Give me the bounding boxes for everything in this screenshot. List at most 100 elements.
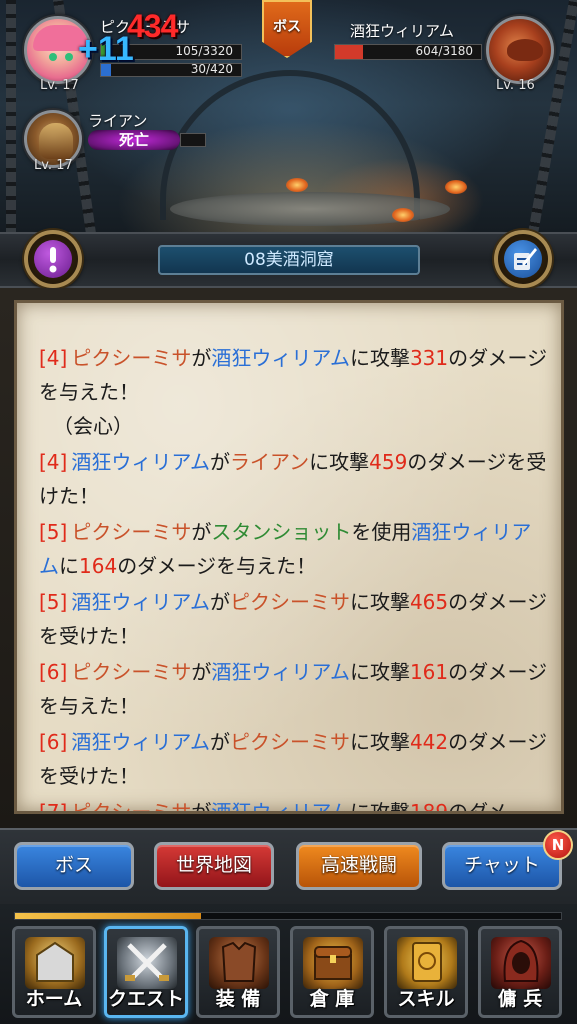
location-name: 08美酒洞窟 bbox=[158, 245, 420, 275]
nav-home[interactable]: ホーム bbox=[12, 926, 96, 1018]
log-text: が bbox=[191, 346, 212, 370]
log-turn: [6] bbox=[39, 730, 68, 754]
bottom-nav: ホーム クエスト 装 備 倉 庫 スキル 傭 兵 bbox=[0, 904, 577, 1024]
boss-button[interactable]: ボス bbox=[14, 842, 134, 890]
log-text: に bbox=[59, 554, 79, 578]
chain-decoration bbox=[6, 0, 16, 232]
log-actor: 酒狂ウィリアム bbox=[71, 590, 210, 614]
nav-quest[interactable]: クエスト bbox=[104, 926, 188, 1018]
nav-skill-label: スキル bbox=[397, 988, 455, 1010]
enemy-hp-bar: 604/3180 bbox=[334, 44, 482, 60]
enemy-hp-text: 604/3180 bbox=[415, 44, 474, 58]
log-turn: [4] bbox=[39, 346, 68, 370]
enemy-face bbox=[507, 39, 543, 61]
armor-icon bbox=[209, 937, 269, 989]
log-damage: 164 bbox=[79, 554, 118, 578]
crossed-swords-icon bbox=[117, 937, 177, 989]
nav-equipment-label: 装 備 bbox=[215, 988, 261, 1010]
log-text: が bbox=[209, 450, 230, 474]
log-text: のダメージを与えた！ bbox=[117, 554, 317, 578]
log-extra: （会心） bbox=[53, 414, 133, 438]
log-text: に攻撃 bbox=[349, 800, 410, 814]
log-actor: ピクシーミサ bbox=[71, 346, 192, 370]
log-actor: 酒狂ウィリアム bbox=[71, 730, 210, 754]
battle-log-panel[interactable]: [4] ピクシーミサが酒狂ウィリアムに攻撃331のダメージを与えた！ （会心） [4]… bbox=[14, 300, 564, 814]
log-damage: 331 bbox=[409, 346, 449, 370]
ally-dead-status: 死亡 bbox=[88, 130, 180, 150]
ally-helmet bbox=[39, 123, 73, 159]
log-text: が bbox=[209, 730, 230, 754]
battle-log: [4] ピクシーミサが酒狂ウィリアムに攻撃331のダメージを与えた！ （会心） [4]… bbox=[39, 341, 549, 814]
torch-fire bbox=[286, 178, 308, 192]
boss-tab-label: ボス bbox=[273, 19, 301, 35]
ally-hp-bar bbox=[180, 133, 206, 147]
log-text: が bbox=[191, 800, 212, 814]
world-map-button[interactable]: 世界地図 bbox=[154, 842, 274, 890]
log-entry: [7] ピクシーミサが酒狂ウィリアムに攻撃189のダメ bbox=[39, 795, 549, 814]
log-actor: ピクシーミサ bbox=[71, 520, 192, 544]
enemy-name: 酒狂ウィリアム bbox=[350, 22, 454, 40]
enemy-avatar[interactable] bbox=[486, 16, 554, 84]
location-bar: 08美酒洞窟 bbox=[0, 230, 577, 288]
torch-fire bbox=[392, 208, 414, 222]
log-damage: 459 bbox=[369, 450, 408, 474]
nav-storage-label: 倉 庫 bbox=[309, 988, 355, 1010]
boss-tab[interactable]: ボス bbox=[262, 0, 312, 58]
log-text: に攻撃 bbox=[349, 730, 410, 754]
log-target: 酒狂ウィリアム bbox=[211, 660, 350, 684]
log-text: に攻撃 bbox=[349, 590, 410, 614]
log-actor: ピクシーミサ bbox=[71, 800, 192, 814]
log-text: が bbox=[191, 520, 212, 544]
player-level: Lv. 17 bbox=[40, 78, 79, 93]
log-entry: [6] 酒狂ウィリアムがピクシーミサに攻撃442のダメージを受けた！ bbox=[39, 725, 549, 793]
battle-log-frame: [4] ピクシーミサが酒狂ウィリアムに攻撃331のダメージを与えた！ （会心） [4]… bbox=[0, 288, 577, 828]
log-damage: 161 bbox=[409, 660, 449, 684]
nav-storage[interactable]: 倉 庫 bbox=[290, 926, 374, 1018]
log-target: 酒狂ウィリアム bbox=[211, 800, 350, 814]
command-bar: ボス 世界地図 高速戦闘 チャット bbox=[0, 828, 577, 904]
heal-popup: +11 bbox=[78, 30, 134, 68]
nav-home-label: ホーム bbox=[25, 988, 83, 1010]
log-damage: 442 bbox=[409, 730, 449, 754]
battle-progress-bar bbox=[14, 912, 562, 920]
nav-mercenary[interactable]: 傭 兵 bbox=[478, 926, 562, 1018]
hooded-warrior-icon bbox=[491, 937, 551, 989]
log-turn: [4] bbox=[39, 450, 68, 474]
nav-skill[interactable]: スキル bbox=[384, 926, 468, 1018]
log-turn: [7] bbox=[39, 800, 68, 814]
log-target: ピクシーミサ bbox=[229, 590, 350, 614]
player-hp-text: 105/3320 bbox=[175, 44, 234, 58]
log-text: のダメ bbox=[448, 800, 508, 814]
enemy-hp-fill bbox=[335, 45, 363, 59]
log-entry: [5] ピクシーミサがスタンショットを使用酒狂ウィリアムに164のダメージを与えた… bbox=[39, 515, 549, 583]
chat-new-badge: N bbox=[543, 830, 573, 860]
fast-battle-button[interactable]: 高速戦闘 bbox=[296, 842, 422, 890]
enemy-level: Lv. 16 bbox=[496, 78, 535, 93]
memo-button[interactable] bbox=[494, 230, 552, 288]
log-text: を使用 bbox=[351, 520, 412, 544]
player-mp-text: 30/420 bbox=[190, 62, 233, 76]
torch-fire bbox=[445, 180, 467, 194]
damage-popup: 434 bbox=[127, 8, 178, 44]
log-skill: スタンショット bbox=[211, 520, 352, 544]
log-target: ライアン bbox=[229, 450, 310, 474]
log-turn: [6] bbox=[39, 660, 68, 684]
spellbook-icon bbox=[397, 937, 457, 989]
log-target: 酒狂ウィリアム bbox=[211, 346, 350, 370]
log-turn: [5] bbox=[39, 590, 68, 614]
treasure-chest-icon bbox=[303, 937, 363, 989]
log-entry: [5] 酒狂ウィリアムがピクシーミサに攻撃465のダメージを受けた！ bbox=[39, 585, 549, 653]
log-damage: 189 bbox=[409, 800, 449, 814]
quill-memo-icon bbox=[504, 240, 542, 278]
nav-mercenary-label: 傭 兵 bbox=[497, 988, 543, 1010]
home-icon bbox=[25, 937, 85, 989]
log-actor: 酒狂ウィリアム bbox=[71, 450, 210, 474]
avatar-eye bbox=[49, 53, 57, 61]
log-entry: [4] 酒狂ウィリアムがライアンに攻撃459のダメージを受けた！ bbox=[39, 445, 549, 513]
log-entry: [4] ピクシーミサが酒狂ウィリアムに攻撃331のダメージを与えた！ （会心） bbox=[39, 341, 549, 443]
quest-alert-button[interactable] bbox=[24, 230, 82, 288]
log-entry: [6] ピクシーミサが酒狂ウィリアムに攻撃161のダメージを与えた！ bbox=[39, 655, 549, 723]
nav-quest-label: クエスト bbox=[107, 988, 184, 1010]
nav-equipment[interactable]: 装 備 bbox=[196, 926, 280, 1018]
battle-progress-fill bbox=[15, 913, 201, 919]
